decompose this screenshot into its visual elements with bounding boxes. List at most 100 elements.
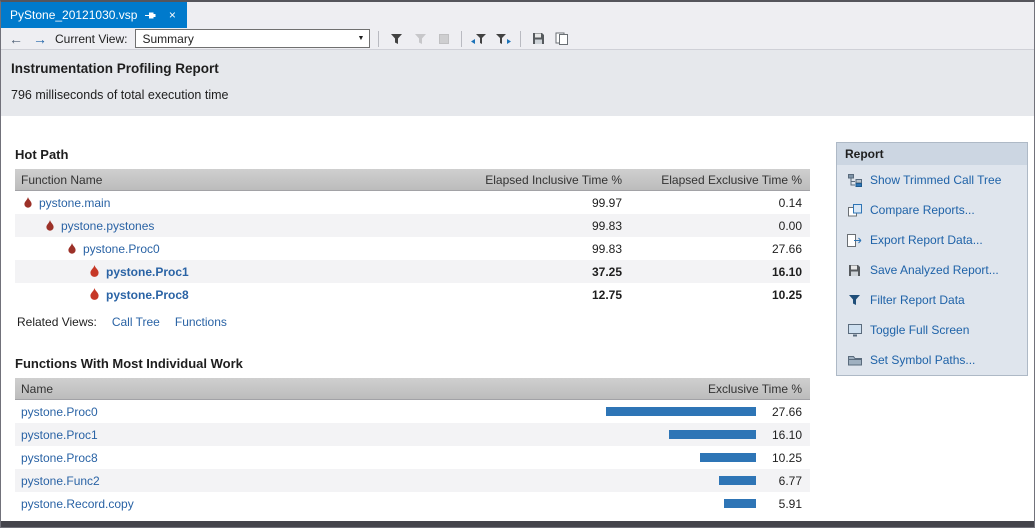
exclusive-time-value: 16.10	[756, 428, 810, 442]
filter-icon[interactable]	[387, 30, 405, 48]
column-header-name: Name	[15, 382, 580, 396]
tab-strip: PyStone_20121030.vsp ×	[1, 2, 1034, 28]
report-item-toggle-full-screen[interactable]: Toggle Full Screen	[837, 315, 1027, 345]
report-item-label[interactable]: Toggle Full Screen	[870, 323, 969, 337]
pin-icon[interactable]	[144, 8, 158, 22]
window-bottom-border	[1, 521, 1034, 527]
set-symbol-paths-icon	[847, 354, 862, 366]
related-link-functions[interactable]: Functions	[175, 315, 227, 329]
page-title: Instrumentation Profiling Report	[11, 61, 1024, 76]
inclusive-time-value: 12.75	[445, 288, 630, 302]
report-item-show-trimmed-call-tree[interactable]: Show Trimmed Call Tree	[837, 165, 1027, 195]
report-item-export-report-data[interactable]: Export Report Data...	[837, 225, 1027, 255]
current-view-label: Current View:	[55, 32, 127, 46]
function-link[interactable]: pystone.Func2	[15, 474, 606, 488]
main-content: Hot Path Function Name Elapsed Inclusive…	[1, 116, 1034, 527]
hot-flame-icon	[89, 288, 100, 301]
related-link-call-tree[interactable]: Call Tree	[112, 315, 160, 329]
document-tab[interactable]: PyStone_20121030.vsp ×	[1, 2, 187, 28]
function-link[interactable]: pystone.Proc8	[15, 451, 606, 465]
filter-prev-icon[interactable]	[470, 30, 488, 48]
toolbar-separator	[461, 31, 462, 47]
flame-icon	[67, 243, 77, 255]
exclusive-time-value: 0.00	[630, 219, 810, 233]
column-header-function-name: Function Name	[15, 173, 445, 187]
inclusive-time-value: 37.25	[445, 265, 630, 279]
save-icon[interactable]	[529, 30, 547, 48]
individual-work-rows: pystone.Proc0 27.66 pystone.Proc1 16.10 …	[15, 400, 810, 515]
individual-work-table: Name Exclusive Time % pystone.Proc0 27.6…	[15, 378, 810, 515]
table-row: pystone.Proc1 37.25 16.10	[15, 260, 810, 283]
column-header-exclusive-time: Exclusive Time %	[580, 382, 810, 396]
hot-flame-icon	[89, 265, 100, 278]
report-item-label[interactable]: Set Symbol Paths...	[870, 353, 975, 367]
compare-reports-icon	[847, 204, 862, 217]
hot-path-table-header: Function Name Elapsed Inclusive Time % E…	[15, 169, 810, 191]
exclusive-time-value: 16.10	[630, 265, 810, 279]
time-bar	[700, 453, 756, 462]
table-row: pystone.main 99.97 0.14	[15, 191, 810, 214]
stop-icon[interactable]	[435, 30, 453, 48]
report-panel: Report Show Trimmed Call Tree Compare Re…	[836, 142, 1028, 376]
report-item-label[interactable]: Save Analyzed Report...	[870, 263, 999, 277]
export-icon[interactable]	[553, 30, 571, 48]
exclusive-time-value: 0.14	[630, 196, 810, 210]
time-bar	[606, 407, 756, 416]
save-analyzed-report-icon	[847, 264, 862, 277]
report-item-label[interactable]: Export Report Data...	[870, 233, 983, 247]
table-row: pystone.Proc1 16.10	[15, 423, 810, 446]
inclusive-time-value: 99.83	[445, 242, 630, 256]
toolbar: ← → Current View: Summary ▼	[1, 28, 1034, 50]
tab-title: PyStone_20121030.vsp	[10, 8, 137, 22]
report-item-compare-reports[interactable]: Compare Reports...	[837, 195, 1027, 225]
clear-filter-icon[interactable]	[411, 30, 429, 48]
report-panel-title: Report	[837, 143, 1027, 165]
table-row: pystone.Func2 6.77	[15, 469, 810, 492]
exclusive-time-value: 27.66	[630, 242, 810, 256]
report-item-label[interactable]: Compare Reports...	[870, 203, 975, 217]
related-views-label: Related Views:	[17, 315, 97, 329]
function-link[interactable]: pystone.Proc8	[106, 288, 189, 302]
report-item-save-analyzed-report[interactable]: Save Analyzed Report...	[837, 255, 1027, 285]
toggle-full-screen-icon	[847, 324, 862, 337]
filter-report-data-icon	[847, 294, 862, 306]
table-row: pystone.Record.copy 5.91	[15, 492, 810, 515]
current-view-value: Summary	[142, 32, 193, 46]
report-item-label[interactable]: Show Trimmed Call Tree	[870, 173, 1001, 187]
column-header-exclusive: Elapsed Exclusive Time %	[630, 173, 810, 187]
total-time-summary: 796 milliseconds of total execution time	[11, 88, 1024, 102]
back-icon[interactable]: ←	[7, 30, 25, 48]
time-bar	[724, 499, 756, 508]
exclusive-time-value: 6.77	[756, 474, 810, 488]
function-link[interactable]: pystone.pystones	[61, 219, 154, 233]
column-header-inclusive: Elapsed Inclusive Time %	[445, 173, 630, 187]
function-link[interactable]: pystone.Proc1	[106, 265, 189, 279]
toolbar-separator	[378, 31, 379, 47]
forward-icon[interactable]: →	[31, 30, 49, 48]
close-icon[interactable]: ×	[165, 8, 179, 22]
table-row: pystone.pystones 99.83 0.00	[15, 214, 810, 237]
table-row: pystone.Proc8 10.25	[15, 446, 810, 469]
exclusive-time-value: 5.91	[756, 497, 810, 511]
exclusive-time-value: 10.25	[756, 451, 810, 465]
table-row: pystone.Proc0 99.83 27.66	[15, 237, 810, 260]
chevron-down-icon: ▼	[358, 35, 365, 42]
report-item-filter-report-data[interactable]: Filter Report Data	[837, 285, 1027, 315]
inclusive-time-value: 99.83	[445, 219, 630, 233]
filter-next-icon[interactable]	[494, 30, 512, 48]
inclusive-time-value: 99.97	[445, 196, 630, 210]
vs-profiler-window: PyStone_20121030.vsp × ← → Current View:…	[0, 0, 1035, 528]
exclusive-time-value: 10.25	[630, 288, 810, 302]
report-item-set-symbol-paths[interactable]: Set Symbol Paths...	[837, 345, 1027, 375]
function-link[interactable]: pystone.main	[39, 196, 110, 210]
current-view-dropdown[interactable]: Summary ▼	[135, 29, 370, 48]
exclusive-time-value: 27.66	[756, 405, 810, 419]
hot-path-rows: pystone.main 99.97 0.14 pystone.pystones…	[15, 191, 810, 306]
individual-work-table-header: Name Exclusive Time %	[15, 378, 810, 400]
function-link[interactable]: pystone.Proc0	[15, 405, 606, 419]
flame-icon	[23, 197, 33, 209]
function-link[interactable]: pystone.Record.copy	[15, 497, 606, 511]
report-item-label[interactable]: Filter Report Data	[870, 293, 965, 307]
function-link[interactable]: pystone.Proc0	[83, 242, 160, 256]
function-link[interactable]: pystone.Proc1	[15, 428, 606, 442]
